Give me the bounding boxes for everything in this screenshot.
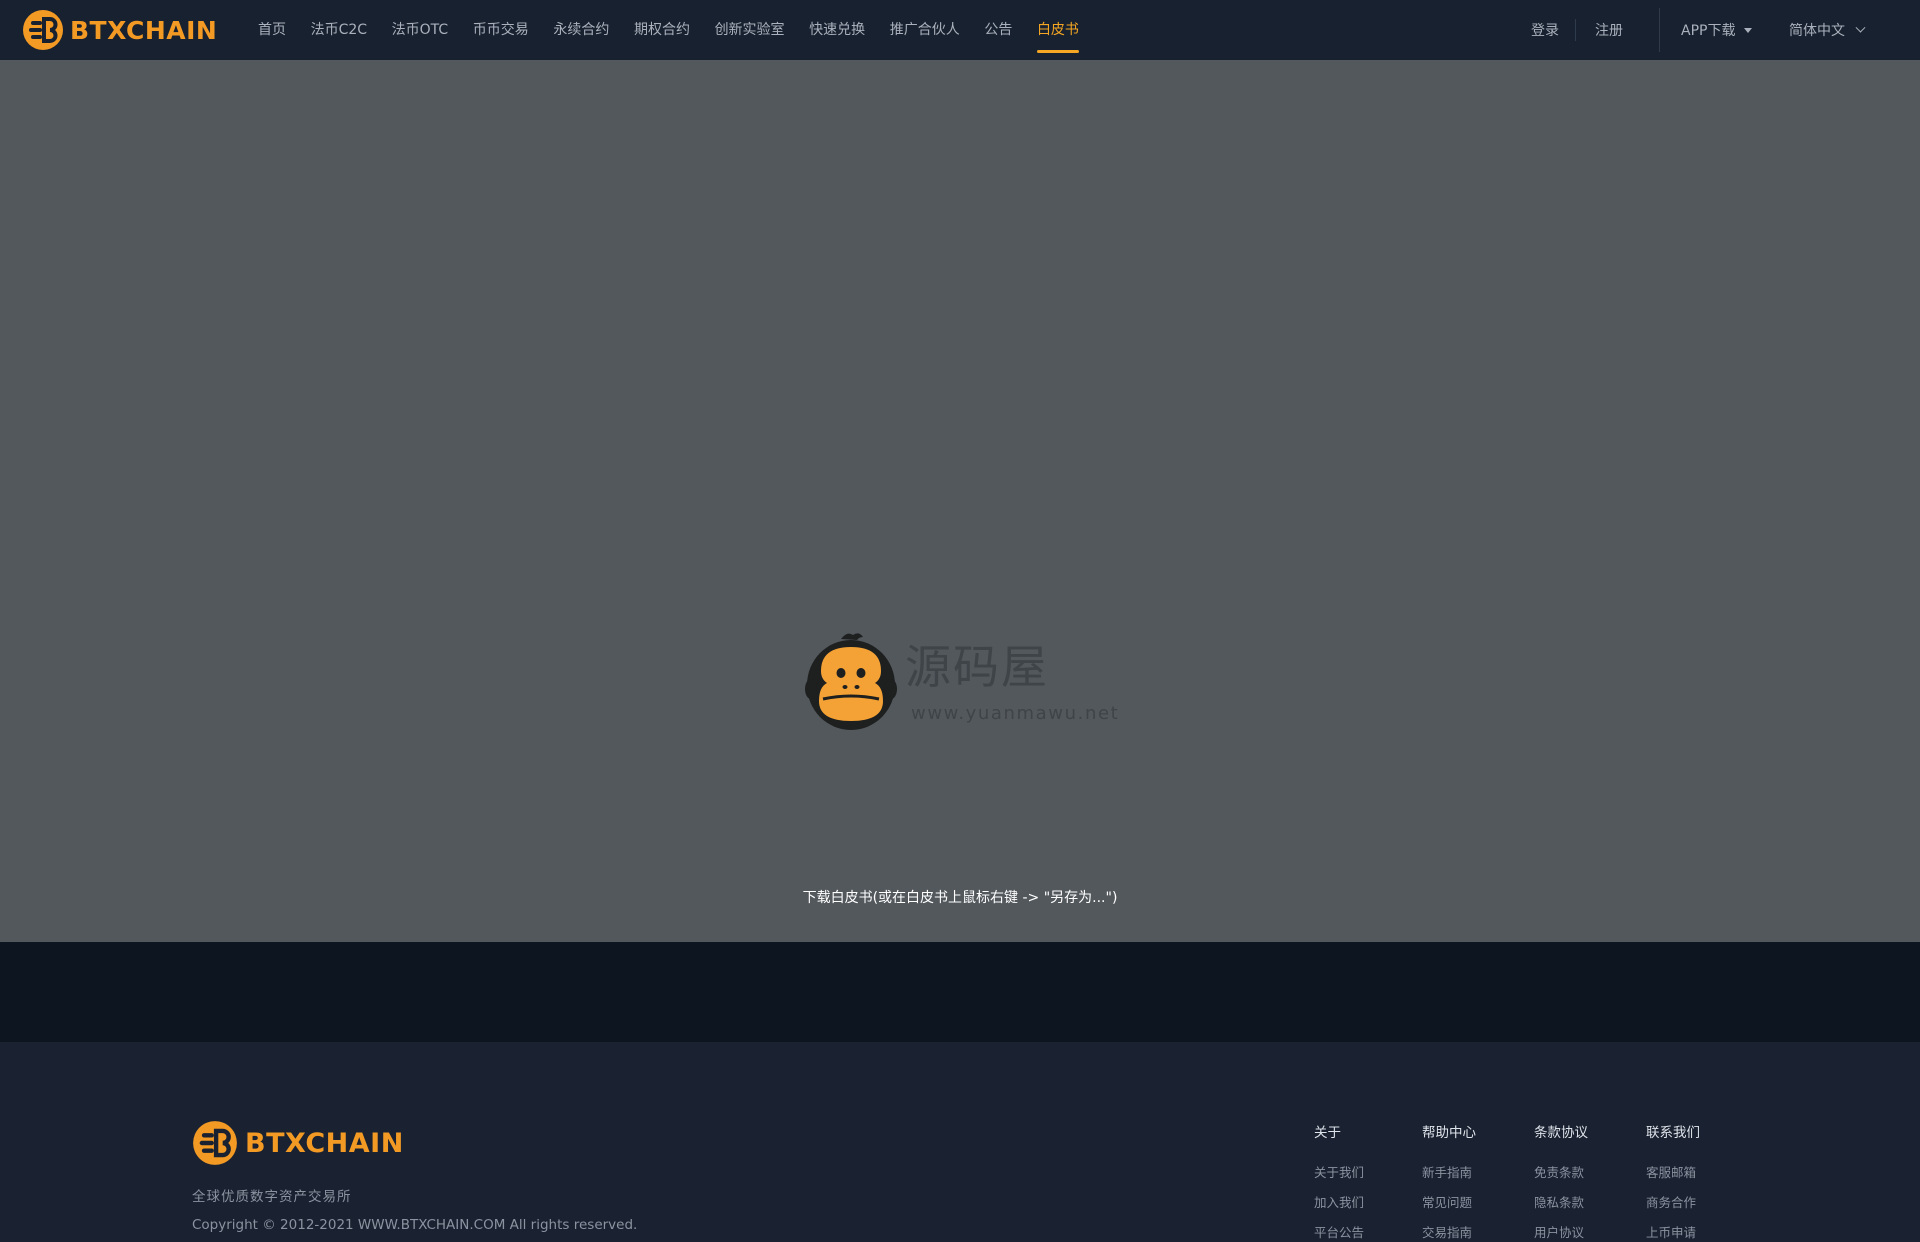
- footer-link-support-email[interactable]: 客服邮箱: [1646, 1165, 1700, 1195]
- btxchain-logo-icon: [23, 10, 63, 50]
- brand-logo[interactable]: BTXCHAIN: [22, 7, 217, 53]
- main-nav: 首页 法币C2C 法币OTC 币币交易 永续合约 期权合约 创新实验室 快速兑换…: [258, 0, 1104, 60]
- nav-item-whitepaper[interactable]: 白皮书: [1036, 0, 1079, 60]
- footer-column-help: 帮助中心 新手指南 常见问题 交易指南: [1422, 1122, 1476, 1242]
- nav-item-options[interactable]: 期权合约: [634, 0, 690, 60]
- footer-brand-name: BTXCHAIN: [245, 1127, 404, 1159]
- footer-column-title: 联系我们: [1646, 1125, 1700, 1141]
- footer-link-privacy[interactable]: 隐私条款: [1534, 1195, 1588, 1225]
- brand-name: BTXCHAIN: [70, 15, 218, 45]
- footer-logo[interactable]: BTXCHAIN: [192, 1120, 404, 1166]
- footer-slogan: 全球优质数字资产交易所: [192, 1189, 352, 1205]
- footer-column-about: 关于 关于我们 加入我们 平台公告: [1314, 1122, 1364, 1242]
- footer-link-join-us[interactable]: 加入我们: [1314, 1195, 1364, 1225]
- divider: [1575, 19, 1576, 41]
- register-link[interactable]: 注册: [1595, 0, 1623, 60]
- nav-item-fiat-otc[interactable]: 法币OTC: [392, 0, 449, 60]
- footer-link-faq[interactable]: 常见问题: [1422, 1195, 1476, 1225]
- footer-link-beginner-guide[interactable]: 新手指南: [1422, 1165, 1476, 1195]
- download-whitepaper-link[interactable]: 下载白皮书(或在白皮书上鼠标右键 -> "另存为..."): [0, 887, 1920, 907]
- footer-link-about-us[interactable]: 关于我们: [1314, 1165, 1364, 1195]
- footer-copyright: Copyright © 2012-2021 WWW.BTXCHAIN.COM A…: [192, 1217, 638, 1233]
- app-download-label: APP下载: [1681, 23, 1736, 39]
- footer-column-terms: 条款协议 免责条款 隐私条款 用户协议: [1534, 1122, 1588, 1242]
- footer-link-listing-application[interactable]: 上币申请: [1646, 1225, 1700, 1242]
- footer-column-title: 帮助中心: [1422, 1125, 1476, 1141]
- footer: BTXCHAIN 全球优质数字资产交易所 Copyright © 2012-20…: [0, 1042, 1920, 1242]
- app-download-dropdown[interactable]: APP下载: [1681, 0, 1753, 60]
- footer-link-user-agreement[interactable]: 用户协议: [1534, 1225, 1588, 1242]
- login-link[interactable]: 登录: [1531, 0, 1559, 60]
- btxchain-logo-icon: [193, 1121, 237, 1165]
- nav-item-spot-trading[interactable]: 币币交易: [473, 0, 529, 60]
- watermark: 源码屋 www.yuanmawu.net: [805, 631, 1118, 731]
- nav-item-innovation-lab[interactable]: 创新实验室: [715, 0, 785, 60]
- nav-item-quick-swap[interactable]: 快速兑换: [809, 0, 865, 60]
- footer-column-title: 条款协议: [1534, 1125, 1588, 1141]
- chevron-down-icon: [1855, 22, 1866, 33]
- footer-band: [0, 942, 1920, 1042]
- monkey-logo-icon: [805, 633, 897, 730]
- footer-column-title: 关于: [1314, 1125, 1341, 1141]
- language-label: 简体中文: [1789, 23, 1845, 39]
- whitepaper-viewer: 源码屋 www.yuanmawu.net 下载白皮书(或在白皮书上鼠标右键 ->…: [0, 60, 1920, 942]
- watermark-url: www.yuanmawu.net: [911, 703, 1120, 724]
- divider: [1659, 8, 1660, 52]
- footer-link-trading-guide[interactable]: 交易指南: [1422, 1225, 1476, 1242]
- nav-item-fiat-c2c[interactable]: 法币C2C: [311, 0, 367, 60]
- watermark-title: 源码屋: [905, 640, 1049, 694]
- nav-item-perpetual[interactable]: 永续合约: [553, 0, 609, 60]
- caret-down-icon: [1744, 27, 1753, 33]
- footer-link-announcements[interactable]: 平台公告: [1314, 1225, 1364, 1242]
- nav-item-partner[interactable]: 推广合伙人: [890, 0, 960, 60]
- footer-link-business[interactable]: 商务合作: [1646, 1195, 1700, 1225]
- nav-item-home[interactable]: 首页: [258, 0, 286, 60]
- language-dropdown[interactable]: 简体中文: [1789, 0, 1866, 60]
- nav-item-announcement[interactable]: 公告: [984, 0, 1012, 60]
- top-navbar: BTXCHAIN 首页 法币C2C 法币OTC 币币交易 永续合约 期权合约 创…: [0, 0, 1920, 60]
- footer-link-disclaimer[interactable]: 免责条款: [1534, 1165, 1588, 1195]
- footer-column-contact: 联系我们 客服邮箱 商务合作 上币申请: [1646, 1122, 1700, 1242]
